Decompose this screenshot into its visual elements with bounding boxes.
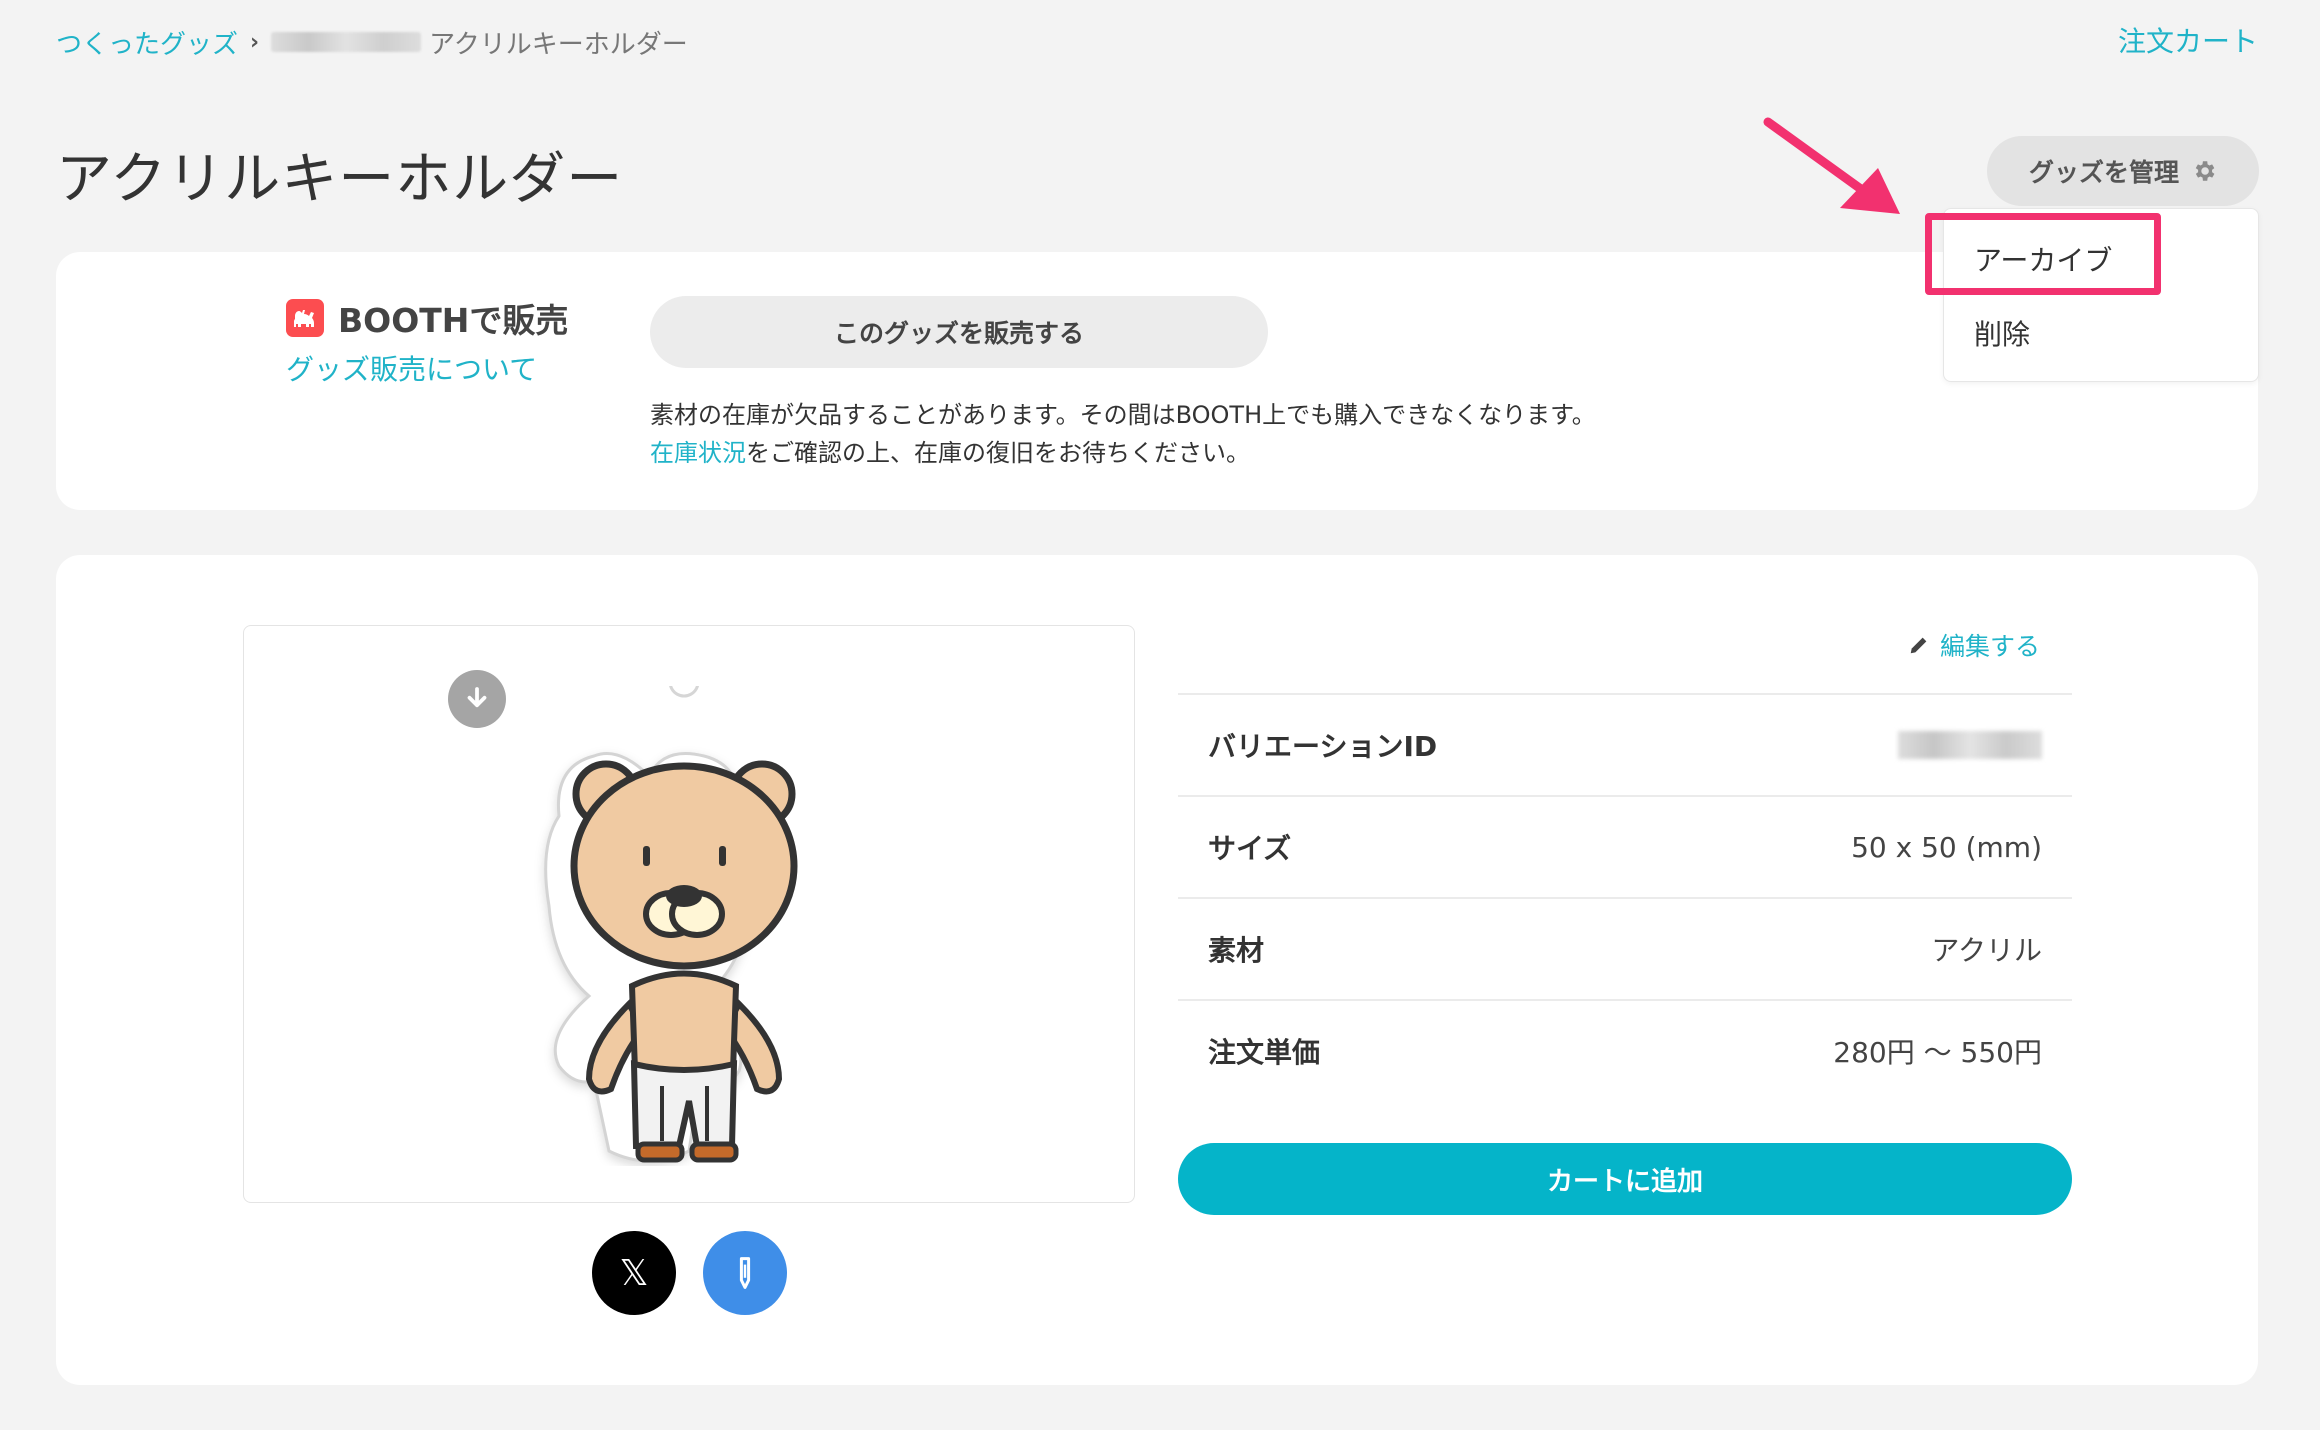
booth-title: BOOTHで販売 [286, 294, 568, 342]
menu-item-delete[interactable]: 削除 [1974, 313, 2030, 353]
stock-notice: 素材の在庫が欠品することがあります。その間はBOOTH上でも購入できなくなります… [650, 396, 1596, 472]
pencil-icon [1910, 637, 1927, 654]
chevron-right-icon: › [250, 29, 260, 55]
spec-value-blurred [1898, 731, 2042, 759]
x-logo-icon: 𝕏 [619, 1252, 649, 1294]
spec-value: 50 x 50 (mm) [1851, 830, 2042, 864]
add-to-cart-button[interactable]: カートに追加 [1178, 1143, 2072, 1215]
breadcrumb-root-link[interactable]: つくったグッズ [56, 24, 238, 61]
booth-about-link[interactable]: グッズ販売について [286, 348, 537, 388]
spec-value: アクリル [1931, 934, 2042, 967]
page-title: アクリルキーホルダー [56, 147, 624, 212]
notice-line-2: 在庫状況をご確認の上、在庫の復旧をお待ちください。 [650, 434, 1596, 472]
spec-row-variation-id: バリエーションID [1178, 693, 2072, 795]
share-pen-button[interactable] [703, 1231, 787, 1315]
share-x-button[interactable]: 𝕏 [592, 1231, 676, 1315]
notice-line-2-text: をご確認の上、在庫の復旧をお待ちください。 [746, 439, 1250, 467]
product-image-panel [243, 625, 1135, 1203]
edit-link-label: 編集する [1940, 632, 2041, 661]
manage-goods-button[interactable]: グッズを管理 [1987, 136, 2259, 206]
manage-goods-label: グッズを管理 [2028, 158, 2179, 187]
breadcrumb: つくったグッズ › アクリルキーホルダー [56, 22, 688, 62]
cart-link[interactable]: 注文カート [2118, 22, 2258, 62]
annotation-arrow [1763, 117, 1900, 214]
booth-title-text: BOOTHで販売 [338, 301, 569, 340]
download-icon [467, 687, 487, 708]
download-button[interactable] [448, 670, 506, 728]
spec-value: 280円 〜 550円 [1833, 1036, 2042, 1069]
notice-line-1: 素材の在庫が欠品することがあります。その間はBOOTH上でも購入できなくなります… [650, 401, 1596, 429]
product-card: 𝕏 編集する バリエーションID サイズ 50 x 50 (mm) 素材 アクリ… [56, 555, 2258, 1385]
booth-logo-icon [286, 299, 324, 337]
spec-label: 素材 [1208, 934, 1265, 967]
gear-icon [2195, 161, 2215, 181]
pen-icon [739, 1257, 751, 1289]
edit-link[interactable]: 編集する [1908, 627, 2040, 663]
sell-goods-button[interactable]: このグッズを販売する [650, 296, 1268, 368]
breadcrumb-current: アクリルキーホルダー [429, 29, 688, 60]
spec-label: 注文単価 [1208, 1036, 1321, 1069]
spec-label: サイズ [1208, 832, 1292, 865]
spec-row-unit-price: 注文単価 280円 〜 550円 [1178, 999, 2072, 1101]
spec-table: バリエーションID サイズ 50 x 50 (mm) 素材 アクリル 注文単価 … [1178, 693, 2072, 1101]
spec-row-material: 素材 アクリル [1178, 897, 2072, 999]
stock-status-link[interactable]: 在庫状況 [650, 439, 746, 467]
spec-label: バリエーションID [1208, 730, 1438, 763]
blurred-text [271, 32, 422, 52]
spec-row-size: サイズ 50 x 50 (mm) [1178, 795, 2072, 897]
product-image [544, 686, 798, 1163]
highlight-box [1925, 213, 2161, 295]
